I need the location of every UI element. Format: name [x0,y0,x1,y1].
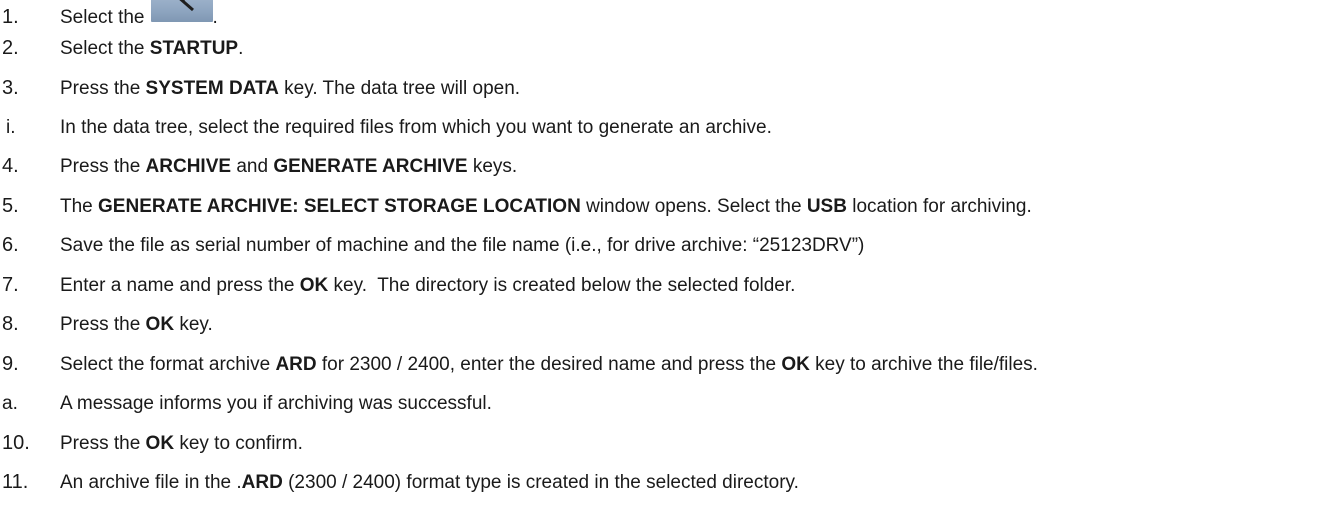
step-text: Press the ARCHIVE and GENERATE ARCHIVE k… [60,155,518,177]
step-6: 6. Save the file as serial number of mac… [0,228,864,262]
instruction-document: 1. Select the . 2. Select the STARTUP. 3… [0,0,1320,523]
step-number: 9. [2,353,19,375]
step-text: Select the [60,6,145,28]
step-text: Enter a name and press the OK key. The d… [60,274,796,296]
step-a: a. A message informs you if archiving wa… [0,386,492,420]
step-2: 2. Select the STARTUP. [0,31,243,65]
step-number: 2. [2,37,19,59]
step-text: Select the STARTUP. [60,37,244,59]
step-9: 9. Select the format archive ARD for 230… [0,347,1038,381]
step-number: a. [2,392,18,414]
step-11: 11. An archive file in the .ARD (2300 / … [0,465,799,499]
step-1: 1. Select the . [0,0,218,34]
step-3: 3. Press the SYSTEM DATA key. The data t… [0,71,520,105]
step-4: 4. Press the ARCHIVE and GENERATE ARCHIV… [0,149,517,183]
step-text: An archive file in the .ARD (2300 / 2400… [60,471,799,493]
step-text: Press the OK key. [60,313,213,335]
step-number: 5. [2,195,19,217]
step-7: 7. Enter a name and press the OK key. Th… [0,268,795,302]
step-text: Press the OK key to confirm. [60,432,303,454]
step-8: 8. Press the OK key. [0,307,213,341]
step-number: 11. [2,471,29,493]
step-text: Save the file as serial number of machin… [60,234,865,256]
step-text: The GENERATE ARCHIVE: SELECT STORAGE LOC… [60,195,1032,217]
step-number: 1. [2,6,19,28]
step-text: In the data tree, select the required fi… [60,116,772,138]
step-number: i. [6,116,16,138]
step-text: Select the format archive ARD for 2300 /… [60,353,1038,375]
step-number: 10. [2,432,30,454]
step-10: 10. Press the OK key to confirm. [0,426,303,460]
step-number: 4. [2,155,19,177]
step-number: 8. [2,313,19,335]
step-number: 6. [2,234,19,256]
step-5: 5. The GENERATE ARCHIVE: SELECT STORAGE … [0,189,1032,223]
step-i: i. In the data tree, select the required… [0,110,772,144]
step-number: 7. [2,274,19,296]
wrench-icon [150,0,213,22]
step-text: Press the SYSTEM DATA key. The data tree… [60,77,521,99]
step-text-end: . [212,6,218,28]
step-text: A message informs you if archiving was s… [60,392,492,414]
step-number: 3. [2,77,19,99]
